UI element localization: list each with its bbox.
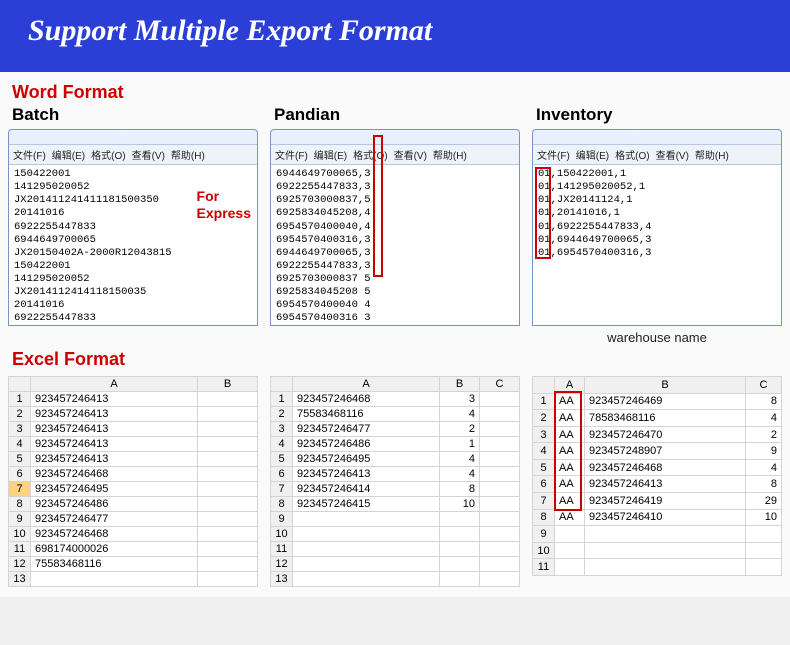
window-titlebar: [271, 130, 519, 144]
menu-view[interactable]: 查看(V): [656, 147, 689, 162]
warehouse-name-label: warehouse name: [532, 330, 782, 345]
window-titlebar: [9, 130, 257, 144]
menu-view[interactable]: 查看(V): [394, 147, 427, 162]
excel-batch-table[interactable]: AB19234572464132923457246413392345724641…: [8, 376, 258, 587]
excel-format-heading: Excel Format: [12, 349, 782, 370]
pandian-window: 文件(F) 编辑(E) 格式(O) 查看(V) 帮助(H) 6944649700…: [270, 129, 520, 326]
excel-pandian-table[interactable]: ABC1923457246468327558346811643923457246…: [270, 376, 520, 587]
menu-view[interactable]: 查看(V): [132, 147, 165, 162]
pandian-column: Pandian 文件(F) 编辑(E) 格式(O) 查看(V) 帮助(H) 69…: [270, 105, 520, 345]
menu-format[interactable]: 格式(O): [615, 147, 649, 162]
window-titlebar: [533, 130, 781, 144]
menu-help[interactable]: 帮助(H): [171, 147, 205, 162]
batch-window: 文件(F) 编辑(E) 格式(O) 查看(V) 帮助(H) 150422001 …: [8, 129, 258, 326]
excel-pandian-col: ABC1923457246468327558346811643923457246…: [270, 376, 520, 587]
window-menubar: 文件(F) 编辑(E) 格式(O) 查看(V) 帮助(H): [271, 144, 519, 165]
window-menubar: 文件(F) 编辑(E) 格式(O) 查看(V) 帮助(H): [533, 144, 781, 165]
inventory-window: 文件(F) 编辑(E) 格式(O) 查看(V) 帮助(H) 01,1504220…: [532, 129, 782, 326]
excel-batch-col: AB19234572464132923457246413392345724641…: [8, 376, 258, 587]
menu-format[interactable]: 格式(O): [353, 147, 387, 162]
batch-column: Batch 文件(F) 编辑(E) 格式(O) 查看(V) 帮助(H) 1504…: [8, 105, 258, 345]
inventory-highlight-box: [535, 167, 551, 259]
menu-edit[interactable]: 编辑(E): [52, 147, 85, 162]
word-columns: Batch 文件(F) 编辑(E) 格式(O) 查看(V) 帮助(H) 1504…: [8, 105, 782, 345]
pandian-title: Pandian: [274, 105, 520, 125]
menu-file[interactable]: 文件(F): [13, 147, 46, 162]
menu-edit[interactable]: 编辑(E): [314, 147, 347, 162]
word-format-heading: Word Format: [12, 82, 782, 103]
excel-inventory-table[interactable]: ABC1AA92345724646982AA7858346811643AA923…: [532, 376, 782, 576]
menu-file[interactable]: 文件(F): [537, 147, 570, 162]
menu-file[interactable]: 文件(F): [275, 147, 308, 162]
menu-help[interactable]: 帮助(H): [695, 147, 729, 162]
page-title: Support Multiple Export Format: [28, 14, 432, 47]
inventory-title: Inventory: [536, 105, 782, 125]
menu-format[interactable]: 格式(O): [91, 147, 125, 162]
for-express-label: ForExpress: [197, 188, 251, 222]
page-header: Support Multiple Export Format: [0, 0, 790, 72]
inventory-column: Inventory 文件(F) 编辑(E) 格式(O) 查看(V) 帮助(H) …: [532, 105, 782, 345]
batch-title: Batch: [12, 105, 258, 125]
content-area: Word Format Batch 文件(F) 编辑(E) 格式(O) 查看(V…: [0, 72, 790, 597]
window-menubar: 文件(F) 编辑(E) 格式(O) 查看(V) 帮助(H): [9, 144, 257, 165]
menu-edit[interactable]: 编辑(E): [576, 147, 609, 162]
excel-columns: AB19234572464132923457246413392345724641…: [8, 376, 782, 587]
excel-inventory-col: ABC1AA92345724646982AA7858346811643AA923…: [532, 376, 782, 587]
menu-help[interactable]: 帮助(H): [433, 147, 467, 162]
inventory-text-body[interactable]: 01,150422001,1 01,141295020052,1 01,JX20…: [533, 165, 781, 325]
pandian-text-body[interactable]: 6944649700065,3 6922255447833,3 69257030…: [271, 165, 519, 325]
